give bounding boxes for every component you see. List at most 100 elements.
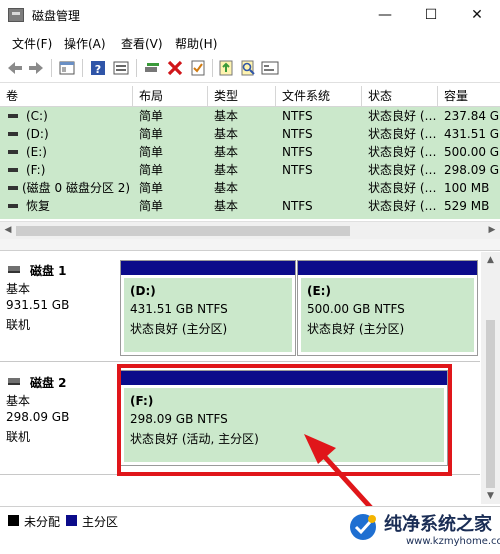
svg-text:?: ?	[95, 63, 101, 76]
table-row[interactable]: 恢复 简单 基本 NTFS 状态良好 (… 529 MB	[0, 197, 500, 215]
legend-unallocated: 未分配	[24, 515, 61, 529]
volume-list: (C:) 简单 基本 NTFS 状态良好 (… 237.84 G (D:) 简单…	[0, 107, 500, 219]
cell-capacity: 431.51 G	[444, 127, 500, 141]
menu-view[interactable]: 查看(V)	[121, 35, 163, 52]
delete-icon[interactable]	[165, 58, 185, 78]
scroll-up-arrow-icon[interactable]: ▲	[481, 252, 500, 268]
back-icon[interactable]	[5, 58, 25, 78]
cell-type: 基本	[214, 199, 239, 213]
cell-volume: (磁盘 0 磁盘分区 2)	[22, 181, 131, 195]
view-icon[interactable]	[111, 58, 131, 78]
table-row[interactable]: (C:) 简单 基本 NTFS 状态良好 (… 237.84 G	[0, 107, 500, 125]
watermark-title: 纯净系统之家	[384, 514, 492, 535]
column-header-status[interactable]: 状态	[362, 86, 438, 107]
toolbar-separator	[82, 59, 83, 77]
cell-capacity: 529 MB	[444, 199, 490, 213]
disk-name[interactable]: 磁盘 1	[30, 262, 67, 279]
partition-header-bar	[298, 261, 477, 275]
disk-size: 298.09 GB	[6, 410, 70, 424]
cell-layout: 简单	[139, 127, 164, 141]
cell-capacity: 298.09 G	[444, 163, 500, 177]
pane-splitter[interactable]	[0, 239, 500, 251]
scrollbar-thumb[interactable]	[486, 320, 495, 488]
cell-volume: (D:)	[26, 127, 49, 141]
scroll-right-arrow-icon[interactable]: ▶	[484, 222, 500, 240]
partition-body: (E:) 500.00 GB NTFS 状态良好 (主分区)	[301, 278, 474, 352]
cell-status: 状态良好 (…	[368, 199, 437, 213]
disk-state: 联机	[6, 318, 31, 332]
column-header-type[interactable]: 类型	[208, 86, 276, 107]
cell-capacity: 500.00 G	[444, 145, 500, 159]
cell-layout: 简单	[139, 199, 164, 213]
toolbar: ?	[0, 53, 500, 83]
table-row[interactable]: (D:) 简单 基本 NTFS 状态良好 (… 431.51 G	[0, 125, 500, 143]
disk-name[interactable]: 磁盘 2	[30, 374, 67, 391]
menu-help[interactable]: 帮助(H)	[175, 35, 217, 52]
connect-disk-icon[interactable]	[142, 58, 162, 78]
watermark-logo-icon	[350, 514, 376, 540]
column-header-layout[interactable]: 布局	[133, 86, 208, 107]
minimize-button[interactable]: —	[362, 0, 408, 31]
help-icon[interactable]: ?	[88, 58, 108, 78]
disk-kind: 基本	[6, 282, 31, 296]
column-header-filesystem[interactable]: 文件系统	[276, 86, 362, 107]
maximize-button[interactable]: ☐	[408, 0, 454, 31]
cell-volume: (E:)	[26, 145, 47, 159]
cell-filesystem: NTFS	[282, 145, 313, 159]
partition-body: (D:) 431.51 GB NTFS 状态良好 (主分区)	[124, 278, 292, 352]
window-title: 磁盘管理	[32, 9, 81, 23]
disk-row-divider	[0, 361, 480, 362]
cell-status: 状态良好 (…	[368, 127, 437, 141]
unallocated-swatch	[8, 515, 19, 526]
primary-partition-swatch	[66, 515, 77, 526]
partition-e[interactable]: (E:) 500.00 GB NTFS 状态良好 (主分区)	[297, 260, 478, 356]
column-header-volume[interactable]: 卷	[0, 86, 133, 107]
console-tree-icon[interactable]	[57, 58, 77, 78]
search-icon[interactable]	[238, 58, 258, 78]
cell-type: 基本	[214, 127, 239, 141]
toolbar-separator	[136, 59, 137, 77]
disk-state: 联机	[6, 430, 31, 444]
partition-status: 状态良好 (主分区)	[130, 322, 228, 336]
partition-size: 500.00 GB NTFS	[307, 302, 405, 316]
partition-name: (D:)	[130, 284, 156, 298]
cell-volume: 恢复	[26, 199, 51, 213]
scroll-down-arrow-icon[interactable]: ▼	[481, 488, 500, 504]
cell-capacity: 100 MB	[444, 181, 490, 195]
column-header-capacity[interactable]: 容量	[438, 86, 500, 107]
menu-action[interactable]: 操作(A)	[64, 35, 106, 52]
cell-status: 状态良好 (…	[368, 145, 437, 159]
cell-layout: 简单	[139, 181, 164, 195]
volume-icon	[8, 114, 18, 118]
cell-type: 基本	[214, 109, 239, 123]
vertical-scrollbar[interactable]: ▲ ▼	[481, 252, 500, 504]
horizontal-scrollbar[interactable]: ◀ ▶	[0, 221, 500, 239]
cell-layout: 简单	[139, 145, 164, 159]
table-row[interactable]: (磁盘 0 磁盘分区 2) 简单 基本 状态良好 (… 100 MB	[0, 179, 500, 197]
cell-type: 基本	[214, 145, 239, 159]
cell-filesystem: NTFS	[282, 127, 313, 141]
volume-icon	[8, 150, 18, 154]
close-button[interactable]: ✕	[454, 0, 500, 31]
partition-d[interactable]: (D:) 431.51 GB NTFS 状态良好 (主分区)	[120, 260, 296, 356]
cell-type: 基本	[214, 181, 239, 195]
properties-icon[interactable]	[188, 58, 208, 78]
scroll-left-arrow-icon[interactable]: ◀	[0, 222, 16, 240]
forward-icon[interactable]	[26, 58, 46, 78]
table-row[interactable]: (E:) 简单 基本 NTFS 状态良好 (… 500.00 G	[0, 143, 500, 161]
import-icon[interactable]	[216, 58, 236, 78]
cell-filesystem: NTFS	[282, 163, 313, 177]
menu-file[interactable]: 文件(F)	[12, 35, 52, 52]
disk-icon	[8, 266, 20, 273]
format-icon[interactable]	[260, 58, 280, 78]
scrollbar-thumb[interactable]	[16, 226, 350, 236]
partition-status: 状态良好 (主分区)	[307, 322, 405, 336]
highlight-box	[117, 364, 452, 476]
cell-volume: (C:)	[26, 109, 48, 123]
volume-icon	[8, 168, 18, 172]
cell-layout: 简单	[139, 163, 164, 177]
table-row[interactable]: (F:) 简单 基本 NTFS 状态良好 (… 298.09 G	[0, 161, 500, 179]
volume-icon	[8, 204, 18, 208]
cell-status: 状态良好 (…	[368, 163, 437, 177]
menu-bar: 文件(F) 操作(A) 查看(V) 帮助(H)	[0, 31, 500, 53]
